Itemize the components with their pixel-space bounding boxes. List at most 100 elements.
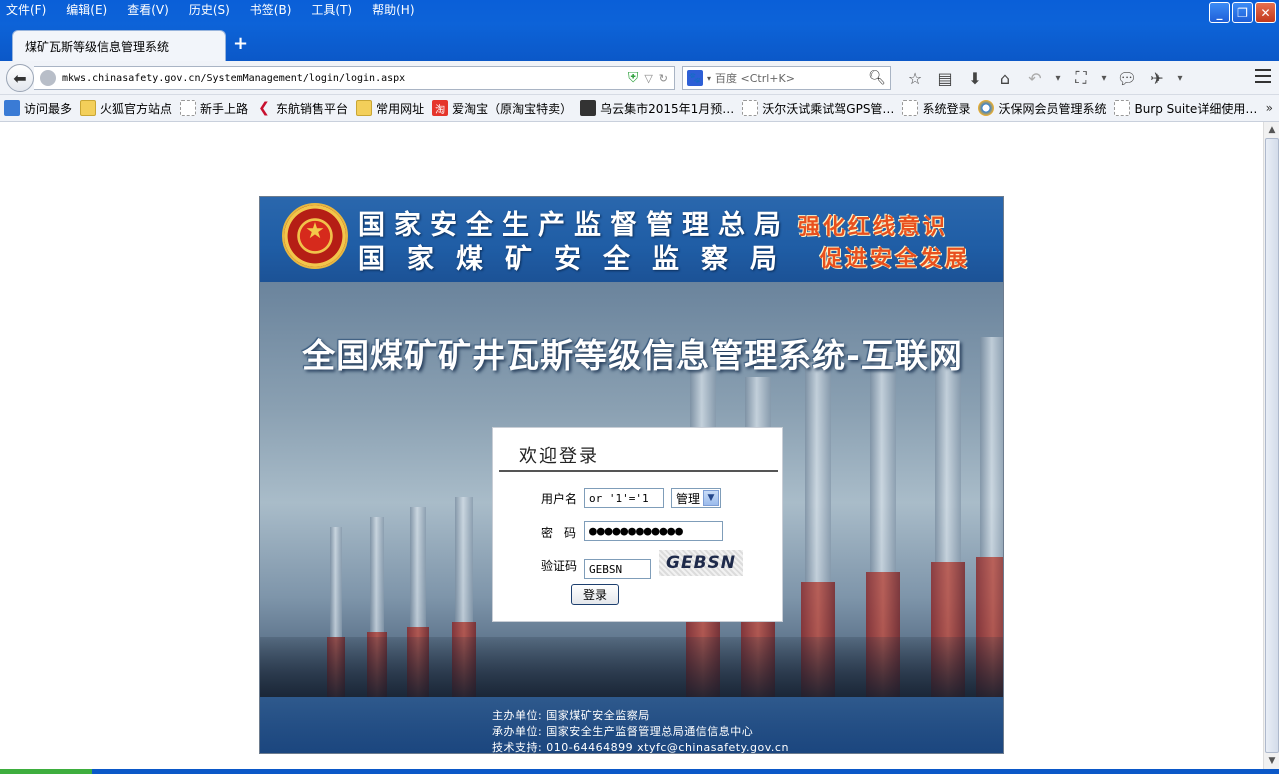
footer-host: 主办单位: 国家煤矿安全监察局 [492,709,650,722]
page-icon [742,100,759,116]
crop-dropdown-icon[interactable]: ▾ [1096,73,1112,84]
bookmark-most-visited[interactable]: 访问最多 [4,100,72,117]
url-text[interactable]: mkws.chinasafety.gov.cn/SystemManagement… [62,73,628,84]
screenshot-crop-icon[interactable]: ⛶ [1066,68,1096,88]
minimize-button[interactable]: _ [1209,2,1230,23]
navigation-toolbar: ⬅ mkws.chinasafety.gov.cn/SystemManageme… [0,61,1279,95]
site-identity-icon[interactable] [40,70,56,86]
tab-active[interactable]: 煤矿瓦斯等级信息管理系统 [12,30,226,61]
username-input[interactable]: or '1'='1 [584,488,664,508]
reload-icon[interactable]: ↻ [659,72,668,85]
username-label: 用户名 [541,492,578,506]
taskbar-strip [0,769,1279,774]
slogan-line1: 强化红线意识 [798,215,949,240]
footer-organizer: 承办单位: 国家安全生产监督管理总局通信信息中心 [492,725,754,738]
close-button[interactable]: ✕ [1255,2,1276,23]
role-selected-value: 管理 [676,491,701,506]
undo-dropdown-icon[interactable]: ▾ [1050,73,1066,84]
heading-divider [499,470,778,472]
bookmarks-toolbar: 访问最多 火狐官方站点 新手上路 ❮ 东航销售平台 常用网址 淘爱淘宝（原淘宝特卖… [0,95,1279,122]
scroll-down-arrow-icon[interactable]: ▼ [1264,753,1279,769]
bookmark-china-eastern[interactable]: ❮ 东航销售平台 [256,100,348,117]
undo-icon[interactable]: ↶ [1020,69,1050,88]
addon-dropdown-icon[interactable]: ▾ [1172,73,1188,84]
page-content: ★ 国家安全生产监督管理总局 国家煤矿安全监察局 强化红线意识 促进安全发展 全… [0,122,1263,769]
password-input[interactable]: ●●●●●●●●●●●● [584,521,723,541]
search-magnifier-icon[interactable]: 🔍︎ [868,70,890,86]
page-icon [180,100,197,116]
agency-header-banner: ★ 国家安全生产监督管理总局 国家煤矿安全监察局 强化红线意识 促进安全发展 [260,197,1003,282]
menu-bar: 文件(F) 编辑(E) 查看(V) 历史(S) 书签(B) 工具(T) 帮助(H… [0,0,433,20]
footer-support: 技术支持: 010-64464899 xtyfc@chinasafety.gov… [492,741,789,754]
captcha-image[interactable]: GEBSN [659,550,743,576]
tab-strip: 煤矿瓦斯等级信息管理系统 + [0,28,1279,61]
address-bar[interactable]: mkws.chinasafety.gov.cn/SystemManagement… [34,66,675,90]
vertical-scrollbar[interactable]: ▲ ▼ [1263,122,1279,769]
window-controls: _ ❐ ✕ [1209,2,1276,23]
search-bar[interactable]: 🐾 ▾ 百度 <Ctrl+K> 🔍︎ [682,66,891,90]
menu-history[interactable]: 历史(S) [187,1,232,19]
login-form: 欢迎登录 用户名 or '1'='1 管理 ▼ 密码 ●●●●●●●●●●●● … [492,427,783,622]
reading-list-icon[interactable]: ▤ [930,69,960,88]
home-icon[interactable]: ⌂ [990,69,1020,88]
chat-bubble-icon[interactable]: 💬︎ [1112,69,1142,88]
login-heading: 欢迎登录 [519,446,599,467]
national-emblem-icon: ★ [282,203,348,269]
page-icon [902,100,919,116]
bookmarks-overflow-button[interactable]: » [1266,101,1273,115]
menu-bookmarks[interactable]: 书签(B) [248,1,294,19]
airline-logo-icon: ❮ [258,100,270,116]
menu-tools[interactable]: 工具(T) [309,1,354,19]
bookmark-getting-started[interactable]: 新手上路 [180,100,248,117]
bookmark-burp-suite[interactable]: Burp Suite详细使用… [1114,100,1257,117]
wooyun-icon [580,100,597,116]
ie-icon [978,100,995,116]
bookmark-wooyun[interactable]: 乌云集市2015年1月预… [580,100,734,117]
menu-hamburger-icon[interactable] [1255,69,1271,87]
captcha-label: 验证码 [541,559,578,573]
page-icon [1114,100,1131,116]
bookmark-aitaobao[interactable]: 淘爱淘宝（原淘宝特卖） [432,100,572,117]
addon-icon[interactable]: ✈ [1142,69,1172,88]
baidu-paw-icon[interactable]: 🐾 [687,70,703,86]
bookmark-wobao[interactable]: 沃保网会员管理系统 [978,100,1106,117]
agency-name-line2: 国家煤矿安全监察局 [358,244,799,275]
folder-icon [80,100,97,116]
menu-help[interactable]: 帮助(H) [370,1,416,19]
tab-title: 煤矿瓦斯等级信息管理系统 [25,39,170,54]
toolbar-icons: ☆ ▤ ⬇ ⌂ ↶ ▾ ⛶ ▾ 💬︎ ✈ ▾ [900,65,1188,91]
login-frame: ★ 国家安全生产监督管理总局 国家煤矿安全监察局 强化红线意识 促进安全发展 全… [259,196,1004,754]
chevron-down-icon[interactable]: ▼ [703,490,719,506]
footer-banner: 主办单位: 国家煤矿安全监察局 承办单位: 国家安全生产监督管理总局通信信息中心… [260,697,1003,754]
back-button[interactable]: ⬅ [6,64,34,92]
bookmark-volvo-gps[interactable]: 沃尔沃试乘试驾GPS管… [742,100,894,117]
engine-dropdown-icon[interactable]: ▾ [707,74,711,83]
scrollbar-thumb[interactable] [1265,138,1279,753]
shield-icon[interactable]: ⛨ [628,70,639,86]
menu-view[interactable]: 查看(V) [125,1,171,19]
smart-folder-icon [4,100,20,116]
scroll-up-arrow-icon[interactable]: ▲ [1264,122,1279,138]
captcha-input[interactable]: GEBSN [584,559,651,579]
system-title: 全国煤矿矿井瓦斯等级信息管理系统-互联网 [302,336,963,375]
dropdown-arrow-icon[interactable]: ▽ [644,72,652,85]
folder-icon [356,100,373,116]
slogan-line2: 促进安全发展 [820,247,971,272]
search-placeholder[interactable]: 百度 <Ctrl+K> [715,70,868,86]
maximize-button[interactable]: ❐ [1232,2,1253,23]
password-label: 密码 [541,526,588,540]
role-select[interactable]: 管理 ▼ [671,488,721,508]
new-tab-button[interactable]: + [233,35,248,53]
start-button-edge[interactable] [0,769,92,774]
taobao-icon: 淘 [432,100,449,116]
bookmark-star-icon[interactable]: ☆ [900,69,930,88]
window-titlebar: 文件(F) 编辑(E) 查看(V) 历史(S) 书签(B) 工具(T) 帮助(H… [0,0,1279,61]
menu-edit[interactable]: 编辑(E) [64,1,109,19]
login-button[interactable]: 登录 [571,584,619,605]
back-arrow-icon: ⬅ [13,68,27,88]
bookmark-common-sites[interactable]: 常用网址 [356,100,424,117]
download-icon[interactable]: ⬇ [960,69,990,88]
bookmark-firefox-official[interactable]: 火狐官方站点 [80,100,172,117]
bookmark-system-login[interactable]: 系统登录 [902,100,970,117]
menu-file[interactable]: 文件(F) [4,1,48,19]
